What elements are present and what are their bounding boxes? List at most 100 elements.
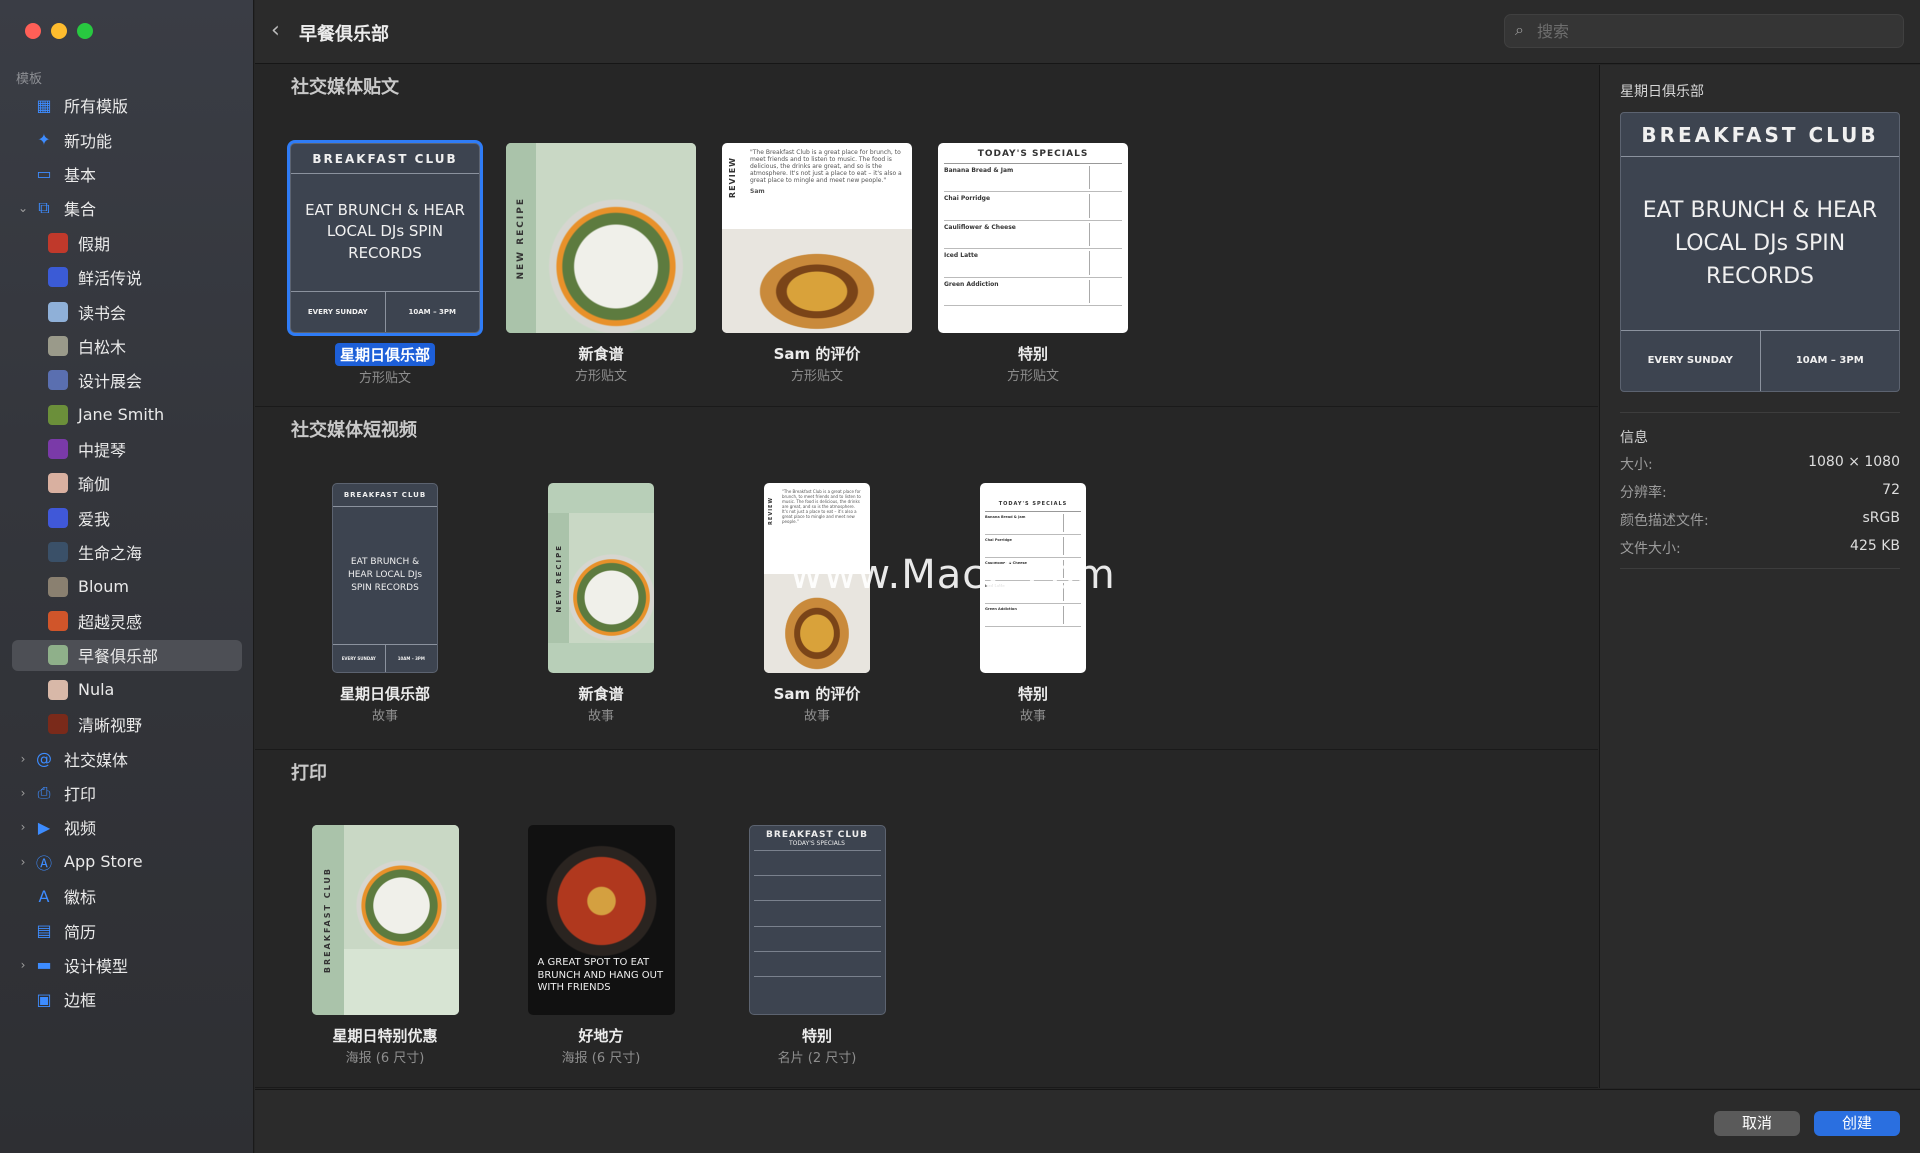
- sidebar-item-beyond-inspiration[interactable]: 超越灵感: [0, 604, 254, 638]
- sidebar-item-basic[interactable]: ▭ 基本: [0, 157, 254, 191]
- info-row-file-size: 文件大小: 425 KB: [1620, 538, 1900, 560]
- collection-thumbnail-icon: [48, 645, 68, 666]
- mockup-icon: ▬: [36, 955, 52, 975]
- artwork-headline: EAT BRUNCH & HEAR LOCAL DJs SPIN RECORDS: [305, 200, 465, 263]
- template-type: 故事: [803, 709, 830, 724]
- sidebar-item-sea-of-life[interactable]: 生命之海: [0, 535, 254, 569]
- back-button[interactable]: ‹: [271, 18, 280, 43]
- folders-icon: ⧉: [38, 198, 50, 218]
- template-tile[interactable]: TODAY'S SPECIALS Banana Bread & Jam Chai…: [938, 483, 1128, 724]
- sidebar-item-bloum[interactable]: Bloum: [0, 569, 254, 603]
- sidebar-item-yoga[interactable]: 瑜伽: [0, 466, 254, 500]
- template-tile[interactable]: TODAY'S SPECIALS Banana Bread & Jam Chai…: [938, 143, 1128, 384]
- template-thumbnail[interactable]: NEW RECIPE: [548, 483, 654, 673]
- template-thumbnail[interactable]: BREAKFAST CLUB EAT BRUNCH & HEAR LOCAL D…: [332, 483, 438, 673]
- template-tile[interactable]: BREAKFAST CLUB EAT BRUNCH & HEAR LOCAL D…: [290, 143, 480, 386]
- create-button[interactable]: 创建: [1814, 1111, 1900, 1136]
- sidebar-item-label: Nula: [78, 680, 115, 700]
- sidebar-item-social-media[interactable]: › @ 社交媒体: [0, 741, 254, 775]
- review-quote: "The Breakfast Club is a great place for…: [782, 489, 861, 524]
- template-tile[interactable]: A GREAT SPOT TO EAT BRUNCH AND HANG OUT …: [506, 825, 696, 1066]
- sidebar-item-legend[interactable]: 鲜活传说: [0, 260, 254, 294]
- search-input[interactable]: [1537, 15, 1897, 47]
- sidebar-item-label: 瑜伽: [78, 475, 111, 495]
- at-icon: @: [36, 749, 52, 769]
- artwork-strip: NEW RECIPE: [506, 143, 537, 333]
- sidebar-item-label: Jane Smith: [78, 405, 165, 425]
- close-window-button[interactable]: [25, 23, 41, 39]
- sparkle-icon: ✦: [37, 130, 51, 150]
- template-tile[interactable]: NEW RECIPE 新食谱 方形贴文: [506, 143, 696, 384]
- chevron-right-icon[interactable]: ›: [16, 958, 30, 972]
- specials-item: Green Addiction: [944, 280, 999, 288]
- inspector-title: 星期日俱乐部: [1620, 84, 1704, 100]
- specials-title: TODAY'S SPECIALS: [944, 149, 1122, 164]
- sidebar-item-jane-smith[interactable]: Jane Smith: [0, 398, 254, 432]
- template-thumbnail[interactable]: BREAKFAST CLUB TODAY'S SPECIALS: [748, 825, 886, 1015]
- template-tile[interactable]: NEW RECIPE 新食谱 故事: [506, 483, 696, 724]
- specials-item: Banana Bread & Jam: [985, 515, 1026, 519]
- sidebar-item-design-expo[interactable]: 设计展会: [0, 363, 254, 397]
- template-tile[interactable]: REVIEW "The Breakfast Club is a great pl…: [722, 483, 912, 724]
- sidebar: 模板 ▦ 所有模版 ✦ 新功能 ▭ 基本 ⌄ ⧉ 集合 假期 鲜活传说 读书会 …: [0, 0, 254, 1153]
- sidebar-item-label: 爱我: [78, 509, 111, 529]
- info-row-color-profile: 颜色描述文件: sRGB: [1620, 510, 1900, 532]
- template-name: 特别: [1017, 685, 1048, 703]
- zoom-window-button[interactable]: [77, 23, 93, 39]
- sidebar-item-collections[interactable]: ⌄ ⧉ 集合: [0, 191, 254, 225]
- sidebar-item-all-templates[interactable]: ▦ 所有模版: [0, 88, 254, 122]
- sidebar-item-white-pine[interactable]: 白松木: [0, 329, 254, 363]
- collection-thumbnail-icon: [48, 439, 68, 460]
- review-author: Sam: [750, 188, 765, 195]
- poster-footer: [343, 948, 459, 1015]
- sidebar-item-resume[interactable]: ▤ 简历: [0, 913, 254, 947]
- sidebar-item-breakfast-club[interactable]: 早餐俱乐部: [0, 638, 254, 672]
- sidebar-item-video[interactable]: › ▶ 视频: [0, 810, 254, 844]
- template-thumbnail[interactable]: BREAKFAST CLUB EAT BRUNCH & HEAR LOCAL D…: [290, 143, 480, 333]
- sidebar-item-frames[interactable]: ▣ 边框: [0, 982, 254, 1016]
- sidebar-item-nula[interactable]: Nula: [0, 673, 254, 707]
- template-tile[interactable]: BREAKFAST CLUB 星期日特别优惠 海报 (6 尺寸): [290, 825, 480, 1066]
- chevron-right-icon[interactable]: ›: [16, 820, 30, 834]
- sidebar-item-viola[interactable]: 中提琴: [0, 432, 254, 466]
- cancel-button[interactable]: 取消: [1714, 1111, 1800, 1136]
- sidebar-item-print[interactable]: › ⎙ 打印: [0, 776, 254, 810]
- template-type: 海报 (6 尺寸): [345, 1051, 425, 1066]
- template-thumbnail[interactable]: TODAY'S SPECIALS Banana Bread & Jam Chai…: [938, 143, 1128, 333]
- template-name: 好地方: [578, 1027, 624, 1045]
- artwork-footer: EVERY SUNDAY 10AM – 3PM: [333, 643, 437, 672]
- sidebar-item-app-store[interactable]: › Ⓐ App Store: [0, 845, 254, 879]
- template-thumbnail[interactable]: NEW RECIPE: [506, 143, 696, 333]
- artwork-review-label: REVIEW: [728, 157, 737, 199]
- template-thumbnail[interactable]: A GREAT SPOT TO EAT BRUNCH AND HANG OUT …: [527, 825, 675, 1015]
- sidebar-item-book-club[interactable]: 读书会: [0, 294, 254, 328]
- sidebar-item-new-features[interactable]: ✦ 新功能: [0, 122, 254, 156]
- sidebar-item-holiday[interactable]: 假期: [0, 226, 254, 260]
- sidebar-item-mockups[interactable]: › ▬ 设计模型: [0, 948, 254, 982]
- template-tile[interactable]: BREAKFAST CLUB EAT BRUNCH & HEAR LOCAL D…: [290, 483, 480, 724]
- sidebar-item-love-me[interactable]: 爱我: [0, 501, 254, 535]
- info-key: 大小:: [1620, 457, 1653, 473]
- template-thumbnail[interactable]: BREAKFAST CLUB: [311, 825, 459, 1015]
- artwork-recipe-label: NEW RECIPE: [554, 543, 563, 613]
- chevron-right-icon[interactable]: ›: [16, 855, 30, 869]
- template-type: 故事: [587, 709, 614, 724]
- chevron-right-icon[interactable]: ›: [16, 752, 30, 766]
- info-key: 文件大小:: [1620, 541, 1681, 557]
- minimize-window-button[interactable]: [51, 23, 67, 39]
- template-tile[interactable]: REVIEW "The Breakfast Club is a great pl…: [722, 143, 912, 384]
- chevron-right-icon[interactable]: ›: [16, 786, 30, 800]
- template-name: 新食谱: [578, 345, 624, 363]
- template-name: 星期日俱乐部: [339, 685, 430, 703]
- sidebar-item-logo[interactable]: A 徽标: [0, 879, 254, 913]
- template-tile[interactable]: BREAKFAST CLUB TODAY'S SPECIALS 特别 名片 (2…: [722, 825, 912, 1066]
- search-icon: ⌕: [1515, 20, 1524, 39]
- search-field[interactable]: ⌕: [1504, 14, 1904, 48]
- resume-icon: ▤: [36, 921, 52, 941]
- section-divider: [255, 1087, 1598, 1088]
- chevron-down-icon[interactable]: ⌄: [16, 201, 30, 215]
- sidebar-item-clear-view[interactable]: 清晰视野: [0, 707, 254, 741]
- template-thumbnail[interactable]: REVIEW "The Breakfast Club is a great pl…: [722, 143, 912, 333]
- inspector-divider: [1620, 568, 1900, 569]
- specials-row: [753, 875, 881, 900]
